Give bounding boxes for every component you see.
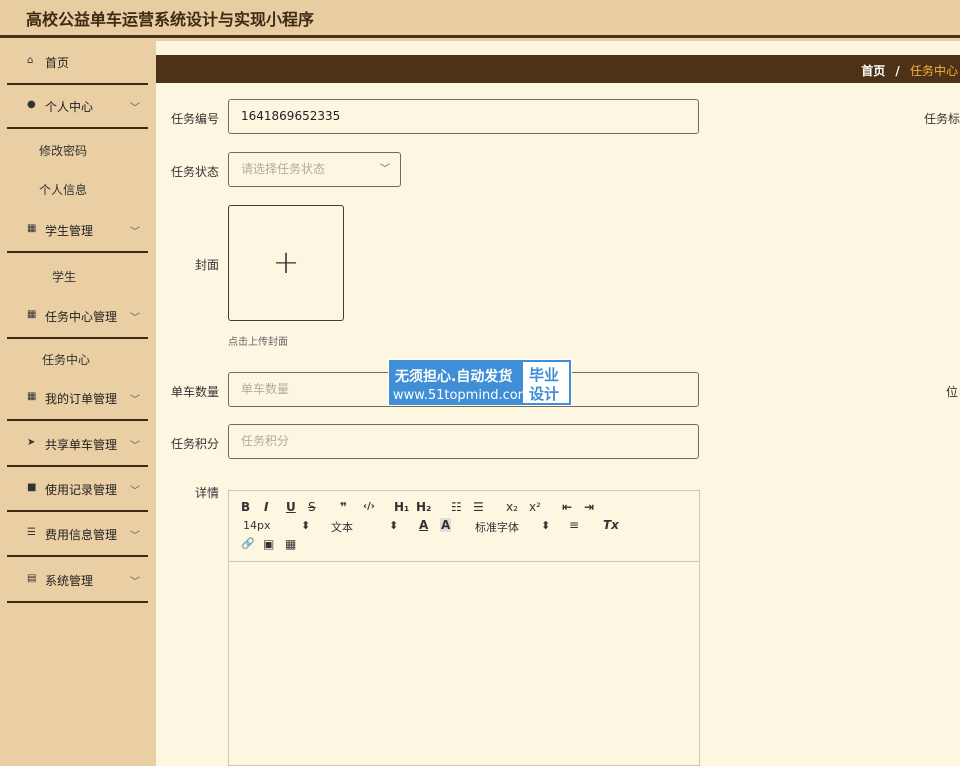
sidebar-sub-student[interactable]: 学生 (52, 268, 76, 285)
send-icon: ➤ (27, 437, 36, 448)
image-icon[interactable]: ▣ (263, 537, 274, 551)
font-size-select[interactable]: 14px (243, 519, 271, 532)
text-style-select[interactable]: 文本 (331, 519, 353, 535)
breadcrumb-home[interactable]: 首页 (861, 64, 885, 78)
breadcrumb-separator: / (895, 64, 900, 78)
sidebar-item-label: 我的订单管理 (45, 392, 118, 406)
grid-icon: ▦ (27, 309, 37, 320)
h2-button[interactable]: H₂ (416, 500, 431, 514)
editor-content-area[interactable] (229, 563, 699, 766)
sidebar-item-label: 学生管理 (45, 224, 94, 238)
chevron-down-icon: ﹀ (130, 103, 140, 114)
sidebar-item-home[interactable]: ⌂ 首页 (7, 41, 148, 85)
sidebar-item-fee-info[interactable]: ☰ 费用信息管理 ﹀ (7, 513, 148, 557)
sidebar-item-shared-bikes[interactable]: ➤ 共享单车管理 ﹀ (7, 423, 148, 467)
home-icon: ⌂ (27, 55, 34, 66)
background-color-icon[interactable]: A (440, 518, 452, 532)
chevron-down-icon: ﹀ (130, 577, 140, 588)
detail-label: 详情 (194, 486, 219, 500)
sidebar-item-my-orders[interactable]: ▦ 我的订单管理 ﹀ (7, 377, 148, 421)
sidebar-item-personal-center[interactable]: ● 个人中心 ﹀ (7, 85, 148, 129)
watermark-line1: 无须担心.自动发货 (395, 369, 513, 385)
chevron-down-icon: ﹀ (130, 531, 140, 542)
doc-icon: ▤ (27, 573, 37, 584)
rich-text-editor: B I U S ❞ ‹/› H₁ H₂ ☷ ☰ x₂ x² ⇤ ⇥ 14px ⬍… (228, 490, 700, 766)
sidebar-sub-personal-info[interactable]: 个人信息 (39, 181, 87, 198)
underline-button[interactable]: U (286, 500, 296, 514)
chevron-down-icon: ﹀ (130, 486, 140, 497)
chevron-down-icon: ﹀ (130, 227, 140, 238)
chevron-down-icon: ﹀ (380, 164, 390, 175)
sidebar-item-label: 使用记录管理 (45, 483, 118, 497)
chevron-down-icon: ﹀ (130, 395, 140, 406)
superscript-button[interactable]: x² (529, 500, 541, 514)
task-points-label: 任务积分 (170, 437, 219, 451)
sidebar-item-label: 共享单车管理 (45, 438, 118, 452)
sidebar-item-label: 首页 (45, 56, 70, 70)
right-field-label: 任务标 (924, 112, 960, 126)
unordered-list-icon[interactable]: ☰ (473, 500, 484, 514)
sidebar-item-usage-records[interactable]: ■ 使用记录管理 ﹀ (7, 468, 148, 512)
strike-button[interactable]: S (308, 500, 316, 514)
chevron-down-icon: ﹀ (130, 441, 140, 452)
h1-button[interactable]: H₁ (394, 500, 409, 514)
grid-icon: ▦ (27, 391, 37, 402)
grid-icon: ▦ (27, 223, 37, 234)
right-field-label-2: 位 (946, 385, 959, 399)
font-color-icon[interactable]: A (419, 518, 428, 532)
sidebar-item-system-mgmt[interactable]: ▤ 系统管理 ﹀ (7, 559, 148, 603)
clear-format-icon[interactable]: Tx (603, 518, 619, 532)
cover-upload[interactable]: + (228, 205, 344, 321)
task-no-input[interactable]: 1641869652335 (228, 99, 699, 134)
bike-count-label: 单车数量 (170, 385, 219, 399)
code-icon[interactable]: ‹/› (363, 501, 375, 512)
sidebar-item-label: 系统管理 (45, 574, 94, 588)
breadcrumb-bar: 首页 / 任务中心 (156, 55, 960, 83)
chevron-updown-icon: ⬍ (301, 519, 311, 532)
task-points-input[interactable]: 任务积分 (228, 424, 699, 459)
video-icon[interactable]: ▦ (285, 537, 296, 551)
watermark-banner: 无须担心.自动发货 www.51topmind.com 毕业 设计 (388, 359, 572, 406)
watermark-badge: 毕业 设计 (523, 362, 569, 403)
bold-button[interactable]: B (241, 500, 250, 514)
cover-upload-hint: 点击上传封面 (228, 337, 288, 348)
briefcase-icon: ■ (27, 482, 37, 493)
cover-label: 封面 (194, 258, 219, 272)
breadcrumb-current: 任务中心 (909, 64, 958, 78)
sidebar-sub-task-center[interactable]: 任务中心 (42, 351, 90, 368)
app-title: 高校公益单车运营系统设计与实现小程序 (26, 10, 315, 29)
watermark-badge-line2: 设计 (529, 385, 560, 403)
editor-toolbar: B I U S ❞ ‹/› H₁ H₂ ☷ ☰ x₂ x² ⇤ ⇥ 14px ⬍… (229, 491, 699, 562)
sidebar: ⌂ 首页 ● 个人中心 ﹀ 修改密码 个人信息 ▦ 学生管理 ﹀ 学生 ▦ 任务… (0, 41, 156, 766)
indent-icon[interactable]: ⇥ (584, 500, 594, 514)
chevron-updown-icon: ⬍ (541, 519, 551, 532)
align-icon[interactable]: ≡ (569, 518, 579, 532)
task-no-label: 任务编号 (170, 112, 219, 126)
top-bar: 高校公益单车运营系统设计与实现小程序 (0, 0, 960, 38)
sidebar-item-label: 费用信息管理 (45, 528, 118, 542)
outdent-icon[interactable]: ⇤ (562, 500, 572, 514)
sidebar-item-label: 个人中心 (45, 100, 94, 114)
ordered-list-icon[interactable]: ☷ (451, 500, 462, 514)
sidebar-item-label: 任务中心管理 (45, 310, 118, 324)
chevron-updown-icon: ⬍ (389, 519, 399, 532)
font-family-select[interactable]: 标准字体 (475, 519, 519, 535)
link-icon[interactable]: 🔗 (241, 537, 255, 550)
quote-icon[interactable]: ❞ (340, 500, 347, 514)
task-status-placeholder: 请选择任务状态 (241, 162, 326, 176)
sliders-icon: ☰ (27, 527, 36, 538)
watermark-line2: www.51topmind.com (393, 388, 531, 403)
task-status-label: 任务状态 (170, 165, 219, 179)
sidebar-item-student-mgmt[interactable]: ▦ 学生管理 ﹀ (7, 209, 148, 253)
task-status-select[interactable]: 请选择任务状态 ﹀ (228, 152, 401, 187)
breadcrumb: 首页 / 任务中心 (861, 62, 958, 79)
sidebar-item-task-center-mgmt[interactable]: ▦ 任务中心管理 ﹀ (7, 295, 148, 339)
subscript-button[interactable]: x₂ (506, 500, 518, 514)
plus-icon: + (272, 243, 300, 281)
italic-button[interactable]: I (264, 500, 268, 514)
user-icon: ● (27, 99, 36, 110)
sidebar-sub-change-password[interactable]: 修改密码 (39, 142, 87, 159)
watermark-badge-line1: 毕业 (529, 366, 560, 384)
chevron-down-icon: ﹀ (130, 313, 140, 324)
